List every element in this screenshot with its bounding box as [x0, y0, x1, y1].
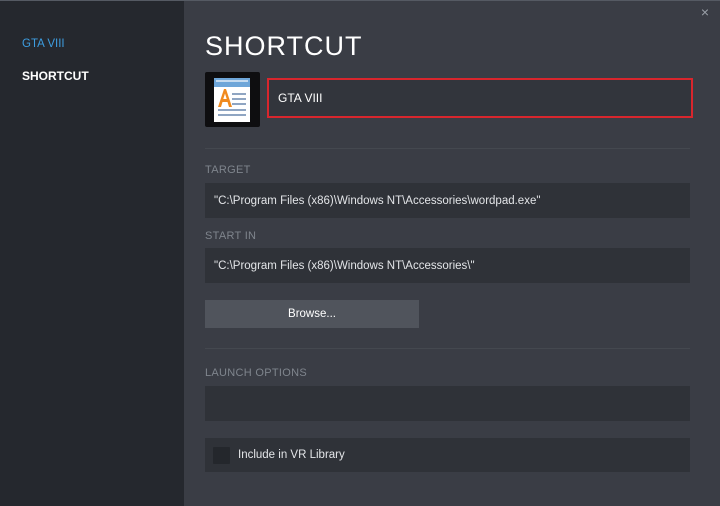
sidebar-item-shortcut[interactable]: SHORTCUT — [22, 69, 89, 83]
sidebar: GTA VIII SHORTCUT — [0, 1, 184, 506]
main-panel: SHORTCUT GTA VIII TARGET "C:\Program Fil… — [184, 1, 720, 506]
sidebar-item-game[interactable]: GTA VIII — [22, 38, 65, 50]
launch-options-label: LAUNCH OPTIONS — [205, 367, 307, 379]
start-in-field[interactable]: "C:\Program Files (x86)\Windows NT\Acces… — [205, 248, 690, 283]
shortcut-name-input[interactable]: GTA VIII — [267, 78, 693, 118]
wordpad-icon[interactable] — [205, 72, 260, 127]
target-field[interactable]: "C:\Program Files (x86)\Windows NT\Acces… — [205, 183, 690, 218]
vr-library-label: Include in VR Library — [238, 449, 345, 461]
launch-options-field[interactable] — [205, 386, 690, 421]
page-title: SHORTCUT — [205, 31, 363, 61]
wordpad-icon-graphic — [214, 78, 250, 122]
browse-button[interactable]: Browse... — [205, 300, 419, 328]
shortcut-properties-window: GTA VIII SHORTCUT × SHORTCUT GTA VIII TA… — [0, 0, 720, 506]
start-in-label: START IN — [205, 230, 257, 242]
divider — [205, 348, 690, 349]
vr-library-checkbox[interactable] — [213, 446, 230, 464]
target-label: TARGET — [205, 164, 251, 176]
divider — [205, 148, 690, 149]
include-vr-library-toggle[interactable]: Include in VR Library — [205, 438, 690, 472]
